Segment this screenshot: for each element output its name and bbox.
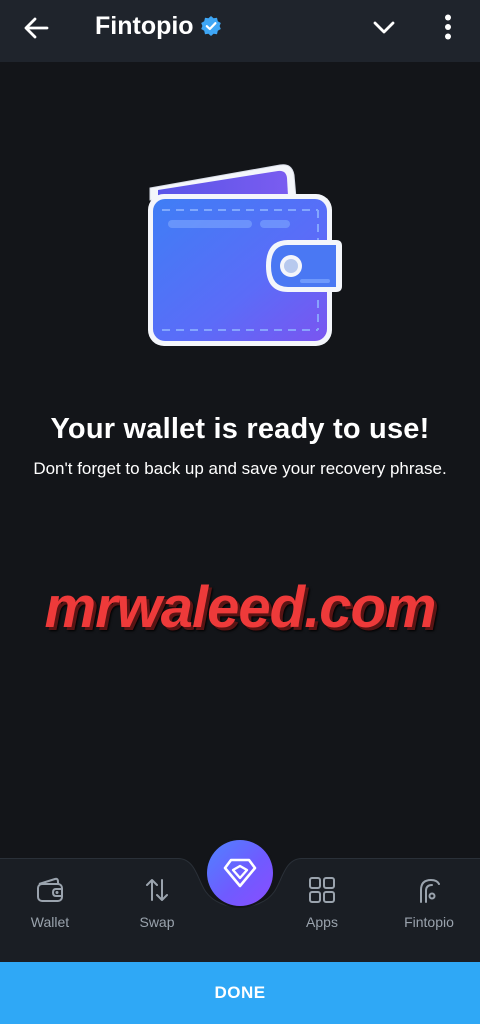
verified-badge-icon (200, 15, 222, 37)
nav-label-apps: Apps (306, 914, 338, 930)
wallet-illustration (140, 160, 346, 356)
nav-label-fintopio: Fintopio (404, 914, 454, 930)
nav-label-swap: Swap (139, 914, 175, 930)
fintopio-logo-icon (413, 874, 445, 906)
chevron-down-icon (373, 21, 395, 34)
more-menu-button[interactable] (432, 8, 464, 46)
nav-label-wallet: Wallet (30, 914, 70, 930)
fintopio-diamond-logo-icon (223, 858, 257, 888)
app-header: Fintopio (0, 0, 480, 62)
wallet-icon (34, 874, 66, 906)
backup-reminder-text: Don't forget to back up and save your re… (33, 459, 447, 478)
center-action-button[interactable] (207, 840, 273, 906)
arrow-left-icon (24, 17, 49, 39)
success-heading: Your wallet is ready to use! (50, 413, 430, 445)
apps-grid-icon (306, 874, 338, 906)
wallet-icon (148, 164, 342, 346)
collapse-button[interactable] (366, 10, 402, 46)
back-button[interactable] (18, 10, 54, 46)
done-button[interactable]: DONE (0, 962, 480, 1024)
more-vertical-icon (445, 14, 451, 40)
page-title: Fintopio (95, 11, 194, 40)
nav-item-fintopio[interactable]: Fintopio (389, 874, 469, 934)
swap-arrows-icon (141, 874, 173, 906)
nav-item-wallet[interactable]: Wallet (10, 874, 90, 934)
bottom-navigation: Wallet Swap Apps Fintopio (0, 840, 480, 962)
header-title-group: Fintopio (95, 10, 222, 42)
nav-item-swap[interactable]: Swap (117, 874, 197, 934)
nav-item-apps[interactable]: Apps (282, 874, 362, 934)
watermark-text: mrwaleed.com (44, 575, 437, 640)
